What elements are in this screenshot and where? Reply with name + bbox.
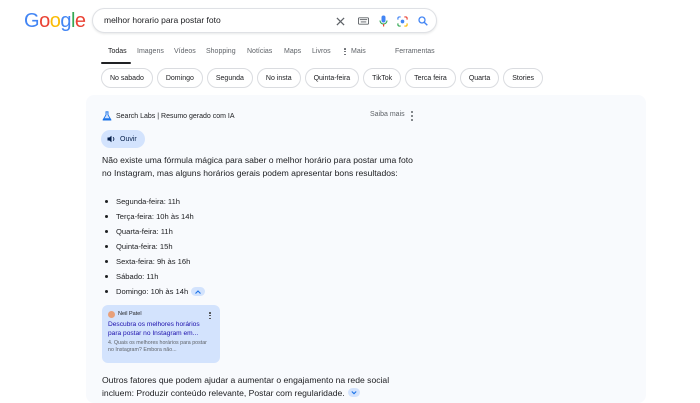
more-dots-icon: [344, 48, 346, 55]
chip[interactable]: Quarta: [459, 68, 500, 88]
source-snippet: 4. Quais os melhores horários para posta…: [108, 340, 207, 353]
chevron-up-icon[interactable]: [191, 286, 206, 296]
ai-overview-header: Search Labs | Resumo gerado com IA: [102, 111, 235, 121]
tab-shopping[interactable]: Shopping: [206, 48, 236, 55]
ai-outro: Outros fatores que podem ajudar a aument…: [102, 374, 417, 400]
learn-more-link[interactable]: Saiba mais: [370, 111, 405, 118]
search-results-page: Google melhor horario para postar foto T…: [0, 0, 700, 403]
source-avatar: [108, 310, 115, 318]
labs-flask-icon: [102, 111, 112, 121]
chip[interactable]: Quinta-feira: [304, 68, 360, 88]
active-tab-indicator: [101, 62, 131, 64]
chip[interactable]: Segunda: [206, 68, 253, 88]
logo-letter: G: [24, 10, 40, 32]
chip[interactable]: No sabado: [101, 68, 153, 88]
chip[interactable]: TikTok: [363, 68, 402, 88]
close-icon[interactable]: [333, 14, 347, 28]
tab-maps[interactable]: Maps: [284, 48, 301, 55]
source-row: Neil Patel: [108, 310, 214, 318]
source-title[interactable]: Descubra os melhores horários para posta…: [108, 321, 214, 338]
listen-button[interactable]: Ouvir: [101, 130, 145, 148]
tab-imagens[interactable]: Imagens: [137, 48, 164, 55]
google-logo[interactable]: Google: [24, 10, 86, 33]
logo-letter: e: [74, 10, 86, 32]
list-item: Quinta-feira: 15h: [104, 239, 205, 254]
tab-mais[interactable]: Mais: [351, 48, 366, 55]
more-options-icon[interactable]: [410, 111, 414, 121]
list-item: Terça-feira: 10h às 14h: [104, 209, 205, 224]
search-box[interactable]: melhor horario para postar foto: [92, 8, 437, 33]
list-item-text: Domingo: 10h às 14h: [116, 287, 189, 296]
microphone-icon[interactable]: [376, 14, 390, 28]
speaker-icon: [107, 135, 115, 143]
logo-letter: o: [39, 10, 50, 32]
ai-intro-text: Não existe uma fórmula mágica para saber…: [102, 155, 413, 178]
chevron-down-icon[interactable]: [347, 388, 360, 398]
logo-letter: o: [49, 10, 61, 32]
ai-outro-text: Outros fatores que podem ajudar a aument…: [102, 375, 390, 398]
list-item: Domingo: 10h às 14h: [104, 284, 206, 299]
source-name: Neil Patel: [118, 311, 142, 317]
tab-videos[interactable]: Vídeos: [174, 48, 196, 55]
refinement-chips: No sabado Domingo Segunda No insta Quint…: [101, 68, 544, 88]
listen-label: Ouvir: [120, 135, 137, 143]
tools-button[interactable]: Ferramentas: [395, 48, 435, 55]
ai-overview-label: Search Labs | Resumo gerado com IA: [116, 112, 235, 120]
lens-icon[interactable]: [395, 14, 409, 28]
chip[interactable]: Terca feira: [405, 68, 456, 88]
tab-todas[interactable]: Todas: [108, 48, 127, 55]
tab-noticias[interactable]: Notícias: [247, 48, 272, 55]
search-icon[interactable]: [416, 14, 430, 28]
schedule-list: Segunda-feira: 11h Terça-feira: 10h às 1…: [104, 194, 206, 299]
logo-letter: g: [60, 10, 71, 32]
list-item: Quarta-feira: 11h: [104, 224, 205, 239]
tab-livros[interactable]: Livros: [312, 48, 331, 55]
search-input[interactable]: melhor horario para postar foto: [104, 15, 221, 25]
source-card[interactable]: Neil Patel Descubra os melhores horários…: [102, 305, 220, 363]
card-more-icon[interactable]: [209, 312, 212, 319]
chip[interactable]: Stories: [503, 68, 544, 88]
list-item: Segunda-feira: 11h: [104, 194, 205, 209]
list-item: Sábado: 11h: [104, 269, 205, 284]
list-item: Sexta-feira: 9h às 16h: [104, 254, 205, 269]
chip[interactable]: Domingo: [156, 68, 203, 88]
keyboard-icon[interactable]: [356, 14, 370, 28]
chip[interactable]: No insta: [256, 68, 301, 88]
